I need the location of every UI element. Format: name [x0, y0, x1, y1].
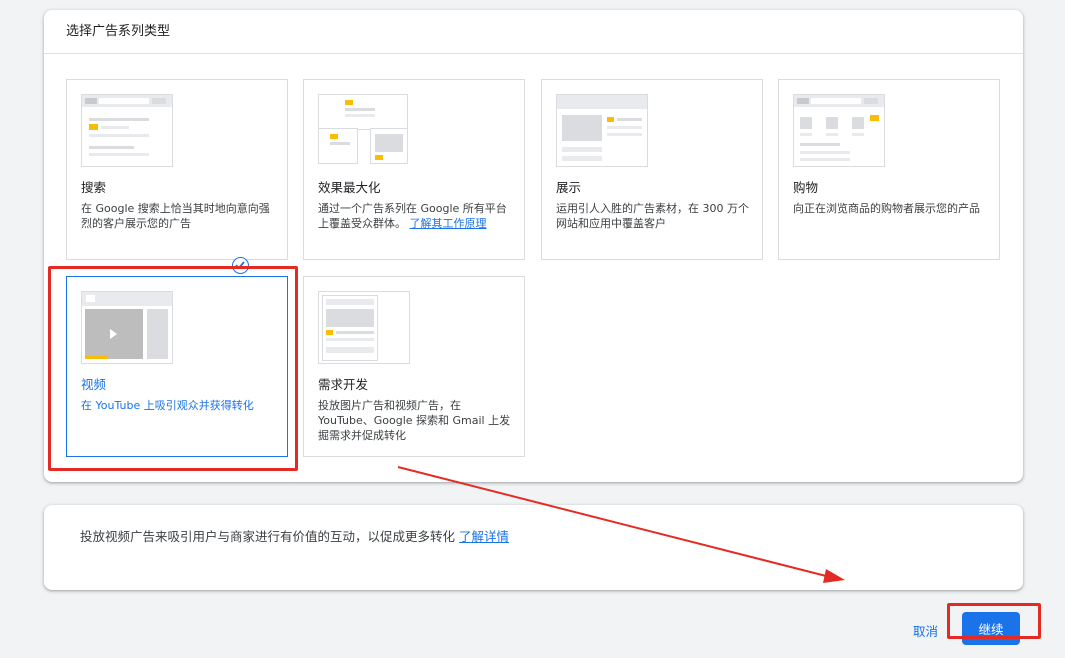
tile-description: 向正在浏览商品的购物者展示您的产品: [793, 202, 980, 215]
tile-description: 运用引人入胜的广告素材，在 300 万个网站和应用中覆盖客户: [556, 202, 749, 230]
tile-shopping[interactable]: 购物 向正在浏览商品的购物者展示您的产品: [778, 79, 1000, 260]
info-description: 投放视频广告来吸引用户与商家进行有价值的互动，以促成更多转化: [80, 529, 456, 544]
shopping-thumbnail-icon: [793, 94, 885, 167]
tile-performance-max[interactable]: 效果最大化 通过一个广告系列在 Google 所有平台上覆盖受众群体。 了解其工…: [303, 79, 525, 260]
demand-gen-thumbnail-icon: [318, 291, 410, 364]
performance-max-thumbnail-icon: [318, 94, 410, 167]
tile-description: 在 Google 搜索上恰当其时地向意向强烈的客户展示您的广告: [81, 202, 270, 230]
learn-how-it-works-link[interactable]: 了解其工作原理: [410, 217, 487, 230]
tile-display[interactable]: 展示 运用引人入胜的广告素材，在 300 万个网站和应用中覆盖客户: [541, 79, 763, 260]
tile-description: 通过一个广告系列在 Google 所有平台上覆盖受众群体。 了解其工作原理: [318, 201, 514, 231]
cancel-button[interactable]: 取消: [905, 617, 946, 644]
highlight-box: [48, 266, 298, 471]
learn-more-link[interactable]: 了解详情: [459, 529, 509, 544]
tile-title: 效果最大化: [318, 180, 381, 195]
tile-demand-gen[interactable]: 需求开发 投放图片广告和视频广告，在 YouTube、Google 探索和 Gm…: [303, 276, 525, 457]
tile-search[interactable]: 搜索 在 Google 搜索上恰当其时地向意向强烈的客户展示您的广告: [66, 79, 288, 260]
display-thumbnail-icon: [556, 94, 648, 167]
tile-title: 需求开发: [318, 377, 369, 392]
section-title: 选择广告系列类型: [44, 10, 1023, 54]
search-thumbnail-icon: [81, 94, 173, 167]
tile-title: 展示: [556, 180, 582, 195]
tile-title: 搜索: [81, 180, 107, 195]
highlight-box-continue: [947, 603, 1041, 639]
info-text: 投放视频广告来吸引用户与商家进行有价值的互动，以促成更多转化 了解详情: [80, 526, 509, 545]
tile-title: 购物: [793, 180, 819, 195]
info-card: 投放视频广告来吸引用户与商家进行有价值的互动，以促成更多转化 了解详情: [44, 505, 1023, 590]
tile-description: 投放图片广告和视频广告，在 YouTube、Google 探索和 Gmail 上…: [318, 399, 511, 442]
